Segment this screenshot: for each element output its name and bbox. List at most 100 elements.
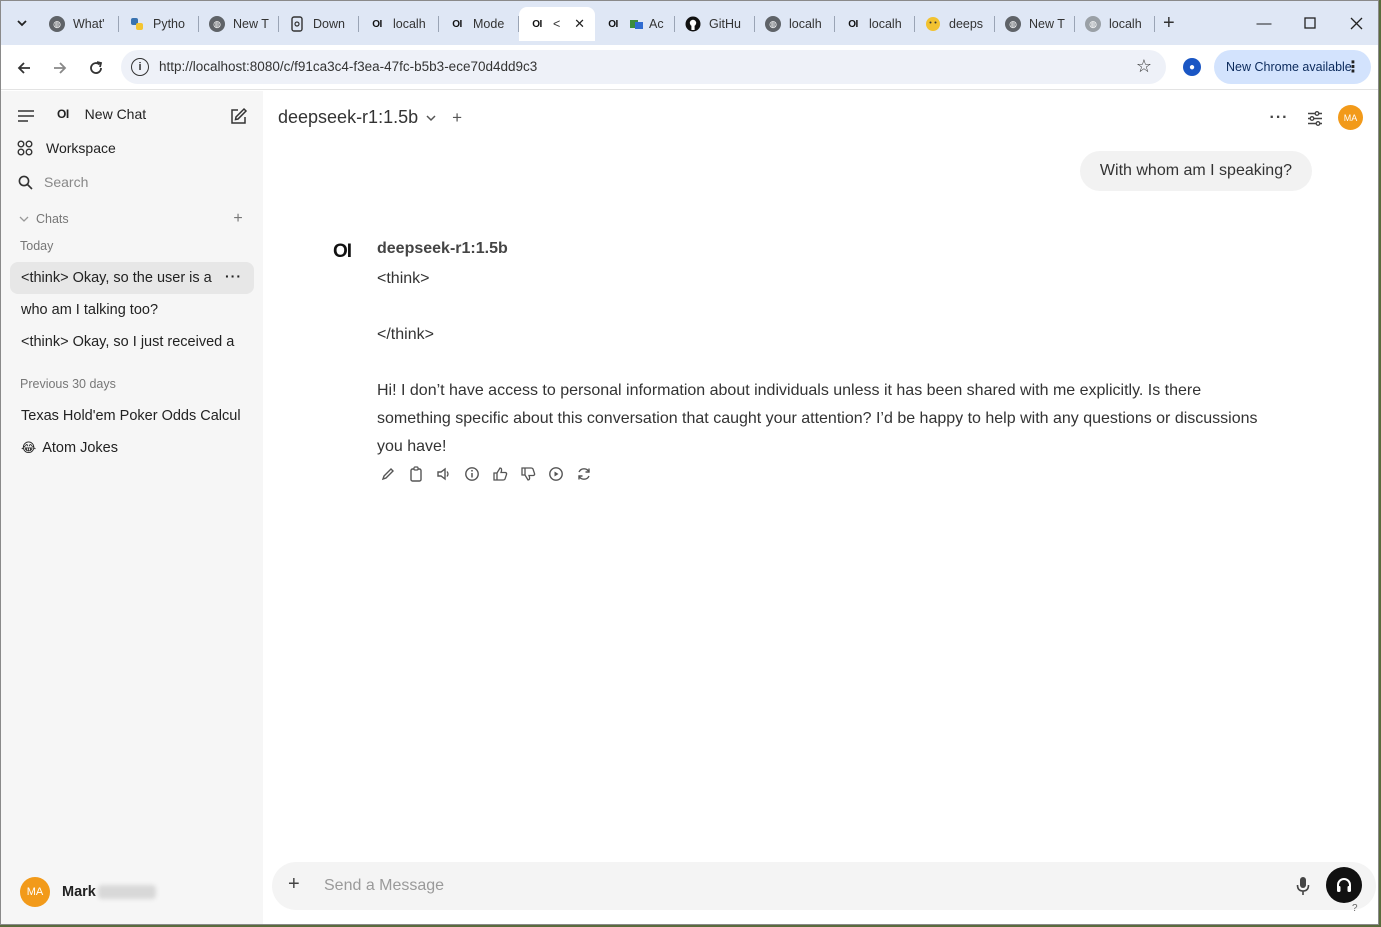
chat-item[interactable]: <think> Okay, so I just received a <box>10 326 254 358</box>
browser-tab[interactable]: ◍ localh <box>755 7 835 41</box>
today-label: Today <box>20 239 54 253</box>
site-info-icon[interactable]: i <box>131 58 149 76</box>
add-model-button[interactable]: + <box>452 108 462 128</box>
message-actions <box>379 465 593 483</box>
download-icon <box>289 16 305 32</box>
openwebui-icon: OI <box>372 18 382 30</box>
header-avatar[interactable]: MA <box>1338 105 1363 130</box>
thumbs-down-icon[interactable] <box>519 465 537 483</box>
more-options-icon[interactable]: ··· <box>225 268 242 284</box>
voice-mode-button[interactable] <box>1326 867 1362 903</box>
browser-tab[interactable]: OI Ac <box>595 7 675 41</box>
continue-icon[interactable] <box>547 465 565 483</box>
add-folder-button[interactable]: + <box>230 210 246 227</box>
globe-icon: ◍ <box>1085 16 1101 32</box>
compose-button[interactable] <box>227 105 249 127</box>
regenerate-icon[interactable] <box>575 465 593 483</box>
sidebar-toggle-button[interactable] <box>16 107 36 125</box>
message-input[interactable] <box>324 874 1224 898</box>
previous-30-days-label: Previous 30 days <box>20 377 116 391</box>
chat-item-title: Texas Hold'em Poker Odds Calcul <box>21 408 241 424</box>
address-bar[interactable]: i http://localhost:8080/c/f91ca3c4-f3ea-… <box>121 50 1166 84</box>
new-chat-button[interactable]: OI New Chat <box>57 106 237 122</box>
chat-item[interactable]: Texas Hold'em Poker Odds Calcul <box>10 400 254 432</box>
microphone-icon[interactable] <box>1292 875 1314 897</box>
maximize-icon <box>1304 17 1316 29</box>
user-menu[interactable]: MA Mark <box>20 877 156 907</box>
edit-icon <box>230 107 247 124</box>
forward-button[interactable] <box>47 55 73 81</box>
tab-strip: ◍ What' Pytho ◍ New T Down OI localh OI Mode… <box>1 1 1378 45</box>
bookmark-star-icon[interactable]: ☆ <box>1136 56 1152 77</box>
headphones-icon <box>1337 878 1351 892</box>
logo: OI <box>57 107 69 121</box>
openwebui-icon: OI <box>848 18 858 30</box>
tab-search-button[interactable] <box>9 9 35 37</box>
python-icon <box>129 16 145 32</box>
openwebui-icon: OI <box>452 18 462 30</box>
update-chrome-button[interactable]: New Chrome available ⋮ <box>1214 50 1371 84</box>
user-message: With whom am I speaking? <box>1079 151 1312 191</box>
browser-tab[interactable]: ◍ What' <box>39 7 119 41</box>
browser-tab[interactable]: GitHu <box>675 7 755 41</box>
browser-window: ◍ What' Pytho ◍ New T Down OI localh OI Mode… <box>0 0 1379 925</box>
laughing-emoji-icon: 😂 <box>21 440 37 455</box>
think-open-tag: <think> <box>377 270 430 287</box>
chat-item[interactable]: who am I talking too? <box>10 294 254 326</box>
chat-item-title: <think> Okay, so the user is a <box>21 270 212 286</box>
chat-main: deepseek-r1:1.5b + ··· MA With whom am I… <box>263 91 1378 924</box>
close-window-button[interactable] <box>1333 1 1378 45</box>
help-button[interactable]: ? <box>1352 903 1358 914</box>
browser-tab[interactable]: Pytho <box>119 7 199 41</box>
kebab-menu-icon[interactable]: ⋮ <box>1345 57 1361 77</box>
browser-tab[interactable]: OI localh <box>359 7 439 41</box>
workspace-label: Workspace <box>46 140 116 156</box>
globe-icon: ◍ <box>1005 16 1021 32</box>
browser-tab[interactable]: ◍ New T <box>995 7 1075 41</box>
sidebar: OI New Chat Workspace Search Chats + Tod… <box>1 91 263 924</box>
url-text[interactable]: http://localhost:8080/c/f91ca3c4-f3ea-47… <box>159 59 537 74</box>
browser-tab[interactable]: OI localh <box>835 7 915 41</box>
browser-tab[interactable]: ◍ New T <box>199 7 279 41</box>
arrow-right-icon <box>54 62 67 74</box>
chevron-down-icon <box>426 111 436 125</box>
browser-tab[interactable]: deeps <box>915 7 995 41</box>
maximize-button[interactable] <box>1287 1 1333 45</box>
app-icon <box>629 16 645 32</box>
more-options-button[interactable]: ··· <box>1266 105 1292 131</box>
thumbs-up-icon[interactable] <box>491 465 509 483</box>
workspace-link[interactable]: Workspace <box>17 140 247 156</box>
chat-controls-button[interactable] <box>1302 105 1328 131</box>
browser-tab[interactable]: ◍ localh <box>1075 7 1155 41</box>
sliders-icon <box>1308 110 1322 126</box>
chats-label: Chats <box>36 212 69 226</box>
edit-icon[interactable] <box>379 465 397 483</box>
search-field[interactable]: Search <box>18 174 248 190</box>
github-icon <box>685 16 701 32</box>
browser-tab[interactable]: Down <box>279 7 359 41</box>
new-tab-button[interactable]: + <box>1163 13 1175 33</box>
minimize-button[interactable]: — <box>1241 1 1287 45</box>
browser-tab-active[interactable]: OI < ✕ <box>519 7 595 41</box>
chats-section-toggle[interactable]: Chats <box>19 212 249 226</box>
profile-button[interactable]: ● <box>1179 54 1205 80</box>
close-tab-icon[interactable]: ✕ <box>574 16 585 32</box>
openwebui-icon: OI <box>608 18 618 30</box>
person-icon: ● <box>1183 58 1201 76</box>
chevron-down-icon <box>19 216 29 222</box>
chat-item[interactable]: <think> Okay, so the user is a ··· <box>10 262 254 294</box>
info-icon[interactable] <box>463 465 481 483</box>
speaker-icon[interactable] <box>435 465 453 483</box>
browser-tab[interactable]: OI Mode <box>439 7 519 41</box>
copy-icon[interactable] <box>407 465 425 483</box>
attach-button[interactable]: + <box>288 873 300 896</box>
tab-list: ◍ What' Pytho ◍ New T Down OI localh OI Mode… <box>39 7 1155 41</box>
redacted-name <box>97 885 156 899</box>
browser-toolbar: i http://localhost:8080/c/f91ca3c4-f3ea-… <box>1 45 1378 90</box>
chat-item[interactable]: 😂 Atom Jokes <box>10 432 254 464</box>
assistant-message: <think> </think> Hi! I don’t have access… <box>377 265 1277 461</box>
back-button[interactable] <box>11 55 37 81</box>
model-selector[interactable]: deepseek-r1:1.5b + <box>278 107 462 128</box>
model-name: deepseek-r1:1.5b <box>278 107 419 127</box>
reload-button[interactable] <box>83 55 109 81</box>
